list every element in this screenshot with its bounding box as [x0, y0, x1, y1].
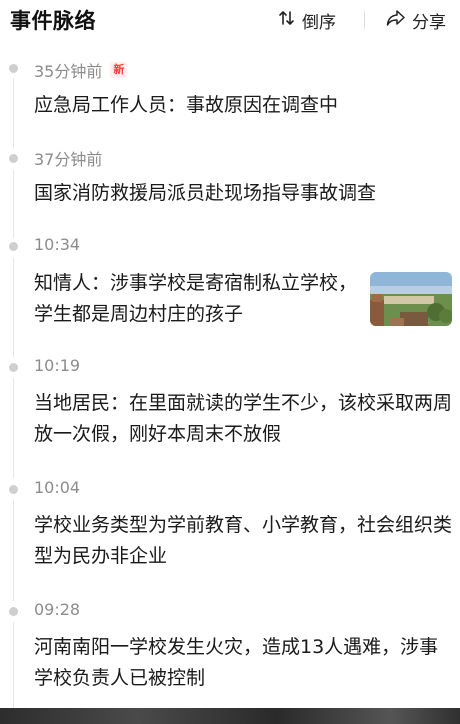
item-time: 09:28 [34, 600, 81, 619]
svg-text:·: · [428, 320, 429, 325]
header-divider [364, 11, 365, 29]
item-text: 河南南阳一学校发生火灾，造成13人遇难，涉事学校负责人已被控制 [34, 636, 439, 689]
sort-arrows-icon [278, 9, 296, 32]
timeline-dot [9, 607, 18, 616]
timeline-line [13, 378, 14, 479]
timeline-dot [9, 154, 18, 163]
item-text: 国家消防救援局派员赴现场指导事故调查 [34, 182, 377, 204]
timeline-line [13, 500, 14, 601]
news-thumbnail-image[interactable]: · [370, 272, 452, 326]
timeline-dot [9, 242, 18, 251]
item-text: 学校业务类型为学前教育、小学教育，社会组织类型为民办非企业 [34, 514, 453, 567]
new-badge: 新 [110, 62, 128, 78]
item-text: 知情人：涉事学校是寄宿制私立学校，学生都是周边村庄的孩子 [34, 272, 358, 325]
timeline-line [13, 169, 14, 239]
sort-button[interactable]: 倒序 [278, 8, 336, 33]
share-arrow-icon [386, 9, 406, 32]
timeline-line [13, 78, 14, 148]
item-text: 当地居民：在里面就读的学生不少，该校采取两周放一次假，刚好本周末不放假 [34, 392, 453, 445]
bottom-image-strip [0, 708, 460, 724]
timeline-dot [9, 64, 18, 73]
item-time: 35分钟前 新 [34, 58, 128, 82]
item-time-text: 35分钟前 [34, 62, 103, 81]
sort-label: 倒序 [302, 13, 336, 33]
item-time: 37分钟前 [34, 150, 103, 169]
timeline-line [13, 257, 14, 357]
item-time: 10:04 [34, 478, 81, 497]
item-text: 应急局工作人员：事故原因在调查中 [34, 94, 339, 116]
item-time: 10:19 [34, 356, 81, 375]
timeline-dot [9, 485, 18, 494]
timeline-dot [9, 363, 18, 372]
page-title: 事件脉络 [10, 9, 96, 33]
share-button[interactable]: 分享 [386, 8, 446, 33]
header: 事件脉络 倒序 分享 [0, 0, 460, 42]
item-time: 10:34 [34, 235, 81, 254]
share-label: 分享 [412, 13, 446, 33]
